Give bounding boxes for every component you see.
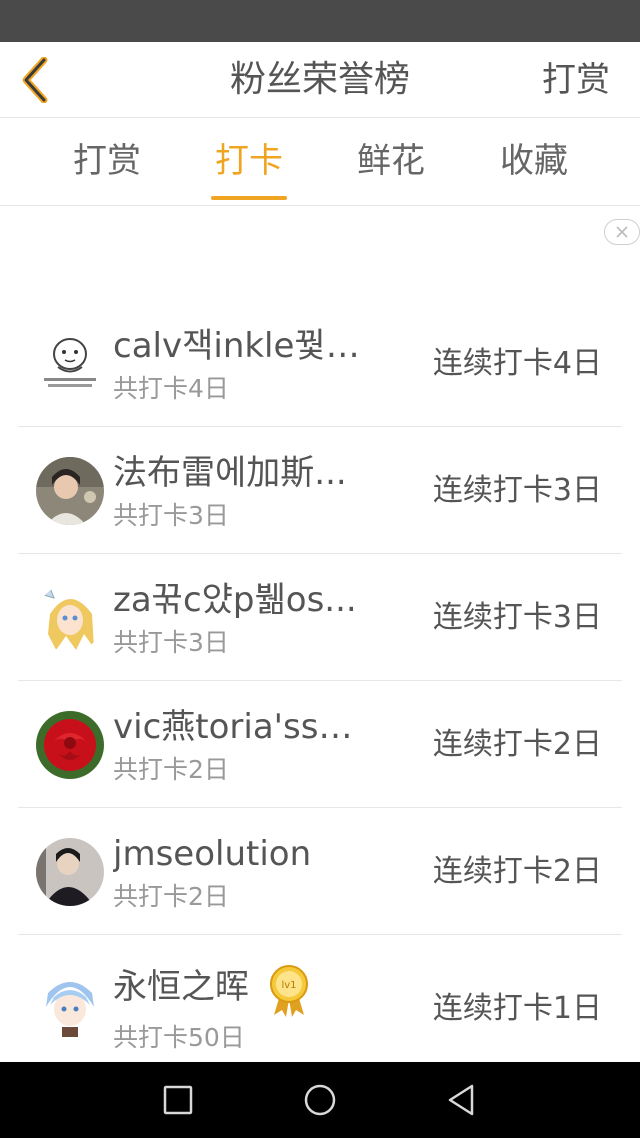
list-item[interactable]: 永恒之晖 lv1 共打卡50日 连续打卡1日 (0, 935, 640, 1075)
streak-checkin: 连续打卡3日 (432, 600, 602, 635)
back-button[interactable] (10, 52, 60, 108)
tab-favorites[interactable]: 收藏 (479, 118, 589, 206)
user-name[interactable]: jmseolution (113, 830, 363, 878)
svg-text:lv1: lv1 (281, 980, 296, 991)
back-nav-button[interactable] (442, 1080, 482, 1120)
total-checkin: 共打卡50日 (113, 1023, 245, 1052)
streak-checkin: 连续打卡2日 (432, 854, 602, 889)
reward-button[interactable]: 打赏 (542, 42, 610, 118)
tab-reward[interactable]: 打赏 (52, 118, 162, 206)
total-checkin: 共打卡2日 (113, 882, 229, 911)
avatar[interactable] (36, 457, 104, 525)
header: 粉丝荣誉榜 打赏 (0, 42, 640, 118)
checkin-ranking-list: calv잭inkle꿫i... 共打卡4日 连续打卡4日 法布雷에加斯... 共… (0, 300, 640, 1075)
list-item[interactable]: calv잭inkle꿫i... 共打卡4日 连续打卡4日 (0, 300, 640, 427)
tab-flowers[interactable]: 鲜花 (336, 118, 446, 206)
status-bar (0, 0, 640, 42)
avatar[interactable] (36, 971, 104, 1039)
list-item[interactable]: za꾺c얐p뷂os... 共打卡3日 连续打卡3日 (0, 554, 640, 681)
user-name[interactable]: 法布雷에加斯... (113, 449, 363, 497)
total-checkin: 共打卡4日 (113, 374, 229, 403)
list-item[interactable]: jmseolution 共打卡2日 连续打卡2日 (0, 808, 640, 935)
user-name[interactable]: za꾺c얐p뷂os... (113, 576, 363, 624)
square-icon (163, 1085, 193, 1115)
chevron-left-icon (22, 57, 48, 103)
user-name[interactable]: calv잭inkle꿫i... (113, 322, 363, 370)
ad-close-button[interactable] (604, 219, 640, 245)
streak-checkin: 连续打卡3日 (432, 473, 602, 508)
streak-checkin: 连续打卡1日 (432, 991, 602, 1026)
avatar[interactable] (36, 330, 104, 398)
level-badge: lv1 (268, 963, 310, 1017)
total-checkin: 共打卡2日 (113, 755, 229, 784)
total-checkin: 共打卡3日 (113, 628, 229, 657)
user-name[interactable]: 永恒之晖 (113, 963, 273, 1011)
page-title: 粉丝荣誉榜 (229, 59, 410, 100)
system-nav-bar (0, 1062, 640, 1138)
avatar[interactable] (36, 711, 104, 779)
avatar[interactable] (36, 584, 104, 652)
triangle-back-icon (448, 1084, 474, 1116)
active-tab-indicator (211, 196, 287, 200)
avatar[interactable] (36, 838, 104, 906)
list-item[interactable]: vic燕toria'sse... 共打卡2日 连续打卡2日 (0, 681, 640, 808)
close-icon (616, 226, 628, 238)
tab-checkin[interactable]: 打卡 (194, 118, 304, 206)
user-name[interactable]: vic燕toria'sse... (113, 703, 363, 751)
total-checkin: 共打卡3日 (113, 501, 229, 530)
home-button[interactable] (300, 1080, 340, 1120)
tab-bar: 打赏 打卡 鲜花 收藏 (0, 118, 640, 206)
list-item[interactable]: 法布雷에加斯... 共打卡3日 连续打卡3日 (0, 427, 640, 554)
streak-checkin: 连续打卡4日 (432, 346, 602, 381)
streak-checkin: 连续打卡2日 (432, 727, 602, 762)
circle-icon (304, 1084, 336, 1116)
recents-button[interactable] (158, 1080, 198, 1120)
